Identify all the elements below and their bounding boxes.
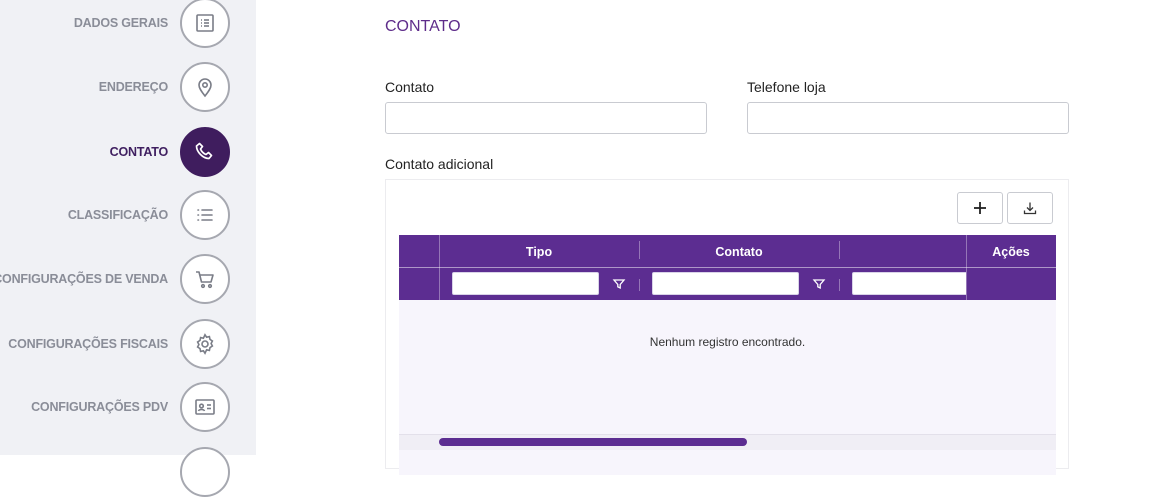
gear-icon [180,319,230,369]
section-title: CONTATO [385,18,461,36]
telefone-loja-input[interactable] [747,102,1069,134]
contato-input[interactable] [385,102,707,134]
step-label: DADOS GERAIS [74,16,168,30]
filter-icon[interactable] [612,277,626,291]
step-configuracoes-pdv[interactable]: CONFIGURAÇÕES PDV [0,381,232,433]
step-classificacao[interactable]: CLASSIFICAÇÃO [0,189,232,241]
filter-icon[interactable] [812,277,826,291]
step-label: ENDEREÇO [99,80,168,94]
header-divider [399,267,1056,268]
step-contato[interactable]: CONTATO [0,126,232,178]
contato-label: Contato [385,79,434,95]
id-card-icon [180,382,230,432]
phone-icon [180,127,230,177]
empty-message: Nenhum registro encontrado. [399,335,1056,349]
telefone-loja-label: Telefone loja [747,79,826,95]
list-icon [180,190,230,240]
filter-contato-input[interactable] [652,272,799,295]
step-label: CONTATO [110,145,168,159]
wizard-sidebar: DADOS GERAIS ENDEREÇO CONTATO CLASSIFICA… [0,0,256,455]
add-button[interactable] [957,192,1003,224]
export-button[interactable] [1007,192,1053,224]
step-endereco[interactable]: ENDEREÇO [0,61,232,113]
contato-adicional-panel: Tipo Contato Ações Nenhum registro encon… [385,179,1069,469]
step-label: CLASSIFICAÇÃO [68,208,168,222]
grid-header: Tipo Contato Ações [399,235,1056,300]
step-label: CONFIGURAÇÕES DE VENDA [0,272,168,286]
column-header-contato[interactable]: Contato [639,245,839,259]
main-content: CONTATO Contato Telefone loja Contato ad… [256,0,1171,455]
column-separator [839,241,840,259]
step-configuracoes-fiscais[interactable]: CONFIGURAÇÕES FISCAIS [0,318,232,370]
step-dados-gerais[interactable]: DADOS GERAIS [0,0,232,49]
download-icon [1023,201,1037,215]
map-pin-icon [180,62,230,112]
cart-icon [180,254,230,304]
filter-tipo-input[interactable] [452,272,599,295]
step-label: CONFIGURAÇÕES FISCAIS [8,337,168,351]
column-header-tipo[interactable]: Tipo [439,245,639,259]
list-document-icon [180,0,230,48]
filter-third-input[interactable] [852,272,966,295]
column-separator [639,279,640,291]
scrollbar-thumb[interactable] [439,438,747,446]
plus-icon [973,201,987,215]
step-label: CONFIGURAÇÕES PDV [31,400,168,414]
step-configuracoes-venda[interactable]: CONFIGURAÇÕES DE VENDA [0,253,232,305]
contato-adicional-label: Contato adicional [385,156,493,172]
data-grid: Tipo Contato Ações Nenhum registro encon… [399,235,1056,475]
column-header-acoes: Ações [966,245,1056,259]
horizontal-scrollbar[interactable] [399,434,1056,450]
column-separator [839,279,840,291]
step-more[interactable] [0,446,232,498]
